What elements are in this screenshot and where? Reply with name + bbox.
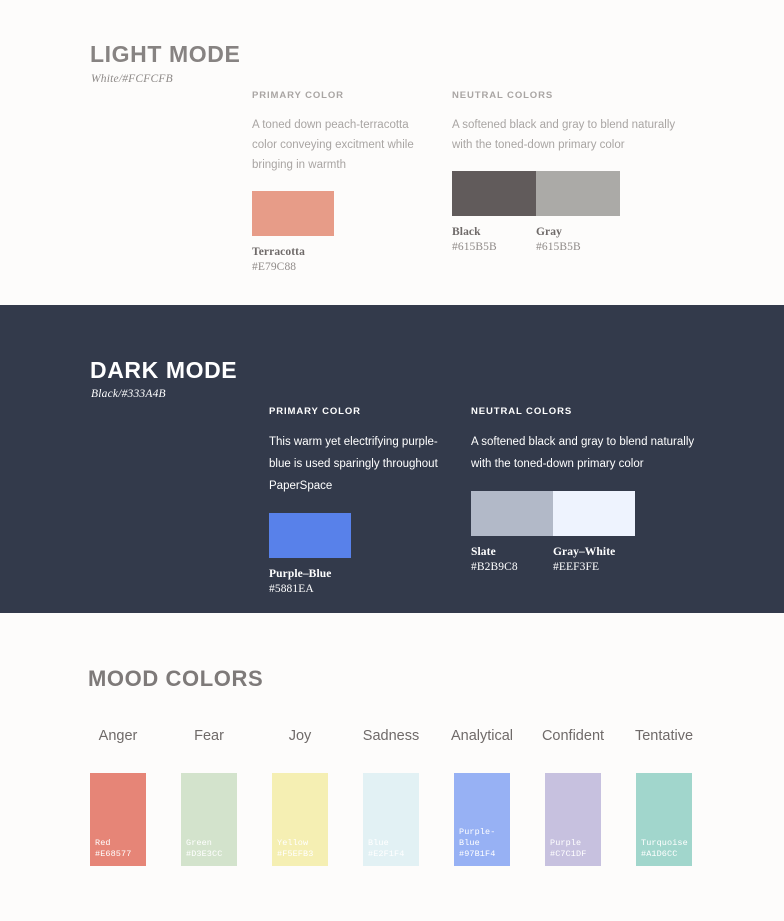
light-mode-subtitle: White/#FCFCFB: [91, 73, 173, 85]
mood-meta-yellow: Yellow #F5EFB3: [277, 838, 313, 860]
swatch-terracotta[interactable]: [252, 191, 334, 236]
mood-colors-section: [0, 613, 784, 921]
swatch-hex-gray-white: #EEF3FE: [553, 561, 600, 573]
mood-label-tentative: Tentative: [634, 728, 694, 744]
swatch-label-slate: Slate #B2B9C8: [471, 545, 553, 575]
swatch-purple-blue[interactable]: [269, 513, 351, 558]
mood-meta-turquoise: Turquoise #A1D6CC: [641, 838, 688, 860]
mood-hex-turquoise: #A1D6CC: [641, 849, 678, 859]
mood-meta-red: Red #E68577: [95, 838, 131, 860]
dark-primary-heading: PRIMARY COLOR: [269, 406, 361, 417]
dark-mode-title: DARK MODE: [90, 357, 238, 383]
dark-primary-swatch-row: [269, 513, 459, 558]
swatch-black[interactable]: [452, 171, 536, 216]
swatch-hex-black: #615B5B: [452, 241, 497, 253]
mood-hex-blue: #E2F1F4: [368, 849, 405, 859]
light-mode-title: LIGHT MODE: [90, 41, 241, 67]
swatch-name-gray-white: Gray–White: [553, 546, 616, 558]
light-primary-swatch-row: [252, 191, 432, 236]
swatch-hex-slate: #B2B9C8: [471, 561, 518, 573]
mood-name-purple-blue: Purple-Blue: [459, 827, 496, 848]
swatch-label-gray-white: Gray–White #EEF3FE: [553, 545, 635, 575]
dark-mode-subtitle: Black/#333A4B: [91, 388, 166, 400]
swatch-hex-terracotta: #E79C88: [252, 261, 297, 273]
dark-neutral-heading: NEUTRAL COLORS: [471, 406, 573, 417]
mood-swatch-purple-blue[interactable]: Purple-Blue #97B1F4: [454, 773, 510, 866]
dark-neutral-swatch-row: [471, 491, 711, 536]
mood-name-green: Green: [186, 838, 213, 848]
swatch-gray-white[interactable]: [553, 491, 635, 536]
mood-label-confident: Confident: [541, 728, 605, 744]
mood-label-sadness: Sadness: [362, 728, 420, 744]
mood-name-turquoise: Turquoise: [641, 838, 688, 848]
mood-colors-title: MOOD COLORS: [88, 666, 264, 691]
dark-neutral-colors-block: NEUTRAL COLORS A softened black and gray…: [471, 406, 711, 575]
mood-meta-purple: Purple #C7C1DF: [550, 838, 586, 860]
mood-meta-blue: Blue #E2F1F4: [368, 838, 404, 860]
dark-neutral-description: A softened black and gray to blend natur…: [471, 436, 695, 470]
mood-name-red: Red: [95, 838, 111, 848]
light-neutral-heading: NEUTRAL COLORS: [452, 90, 554, 101]
mood-hex-red: #E68577: [95, 849, 132, 859]
swatch-label-gray: Gray #615B5B: [536, 225, 620, 255]
mood-name-blue: Blue: [368, 838, 389, 848]
swatch-name-gray: Gray: [536, 226, 562, 238]
mood-name-yellow: Yellow: [277, 838, 309, 848]
swatch-name-slate: Slate: [471, 546, 496, 558]
mood-swatch-blue[interactable]: Blue #E2F1F4: [363, 773, 419, 866]
mood-hex-green: #D3E3CC: [186, 849, 223, 859]
swatch-gray[interactable]: [536, 171, 620, 216]
dark-neutral-swatch-labels: Slate #B2B9C8 Gray–White #EEF3FE: [471, 545, 711, 575]
swatch-label-terracotta: Terracotta #E79C88: [252, 245, 334, 275]
mood-label-joy: Joy: [288, 728, 312, 744]
light-neutral-description: A softened black and gray to blend natur…: [452, 119, 676, 151]
dark-primary-color-block: PRIMARY COLOR This warm yet electrifying…: [269, 406, 459, 597]
swatch-name-black: Black: [452, 226, 481, 238]
dark-primary-description: This warm yet electrifying purple-blue i…: [269, 436, 438, 492]
style-guide-page: LIGHT MODE White/#FCFCFB PRIMARY COLOR A…: [0, 0, 784, 921]
mood-swatch-yellow[interactable]: Yellow #F5EFB3: [272, 773, 328, 866]
mood-label-fear: Fear: [194, 728, 224, 744]
mood-swatch-green[interactable]: Green #D3E3CC: [181, 773, 237, 866]
swatch-hex-gray: #615B5B: [536, 241, 581, 253]
light-primary-description: A toned down peach-terracotta color conv…: [252, 119, 414, 171]
swatch-slate[interactable]: [471, 491, 553, 536]
light-primary-swatch-labels: Terracotta #E79C88: [252, 245, 432, 275]
mood-swatch-purple[interactable]: Purple #C7C1DF: [545, 773, 601, 866]
light-neutral-swatch-labels: Black #615B5B Gray #615B5B: [452, 225, 692, 255]
swatch-label-black: Black #615B5B: [452, 225, 536, 255]
mood-label-anger: Anger: [98, 728, 138, 744]
mood-label-analytical: Analytical: [450, 728, 514, 744]
light-primary-heading: PRIMARY COLOR: [252, 90, 344, 101]
mood-hex-yellow: #F5EFB3: [277, 849, 314, 859]
swatch-label-purple-blue: Purple–Blue #5881EA: [269, 567, 379, 597]
light-neutral-colors-block: NEUTRAL COLORS A softened black and gray…: [452, 90, 692, 255]
mood-hex-purple: #C7C1DF: [550, 849, 587, 859]
mood-meta-green: Green #D3E3CC: [186, 838, 222, 860]
mood-hex-purple-blue: #97B1F4: [459, 849, 496, 859]
mood-meta-purple-blue: Purple-Blue #97B1F4: [459, 827, 510, 860]
swatch-name-purple-blue: Purple–Blue: [269, 568, 332, 580]
light-mode-section: LIGHT MODE White/#FCFCFB PRIMARY COLOR A…: [0, 0, 784, 305]
dark-primary-swatch-labels: Purple–Blue #5881EA: [269, 567, 459, 597]
light-neutral-swatch-row: [452, 171, 692, 216]
mood-name-purple: Purple: [550, 838, 582, 848]
swatch-name-terracotta: Terracotta: [252, 246, 305, 258]
swatch-hex-purple-blue: #5881EA: [269, 583, 314, 595]
mood-swatch-red[interactable]: Red #E68577: [90, 773, 146, 866]
mood-swatch-turquoise[interactable]: Turquoise #A1D6CC: [636, 773, 692, 866]
light-primary-color-block: PRIMARY COLOR A toned down peach-terraco…: [252, 90, 432, 275]
